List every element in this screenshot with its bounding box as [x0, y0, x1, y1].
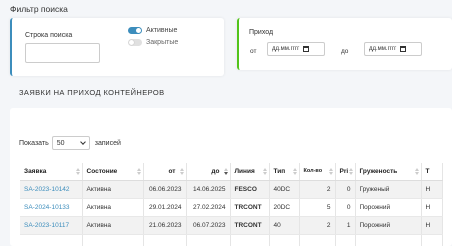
chevron-down-icon	[79, 139, 86, 145]
requests-table: Заявка Состоние от до Линия Тип Кол-во P…	[20, 163, 443, 246]
filter-title: Фильтр поиска	[10, 4, 68, 14]
date-to-label: до	[341, 48, 349, 55]
col-header-loading[interactable]: Груженость	[355, 163, 422, 181]
sort-icon	[179, 168, 184, 175]
page-length-value: 50	[56, 139, 65, 147]
page-length-select[interactable]: 50	[51, 136, 90, 150]
sort-desc-icon	[223, 168, 228, 175]
toggle-closed-label: Закрытые	[146, 39, 179, 46]
toggle-closed-switch[interactable]	[128, 39, 142, 46]
table-row[interactable]: SA-2023-10117 Активна 21.06.2023 06.07.2…	[20, 216, 443, 235]
cell-from: 06.06.2023	[143, 180, 187, 199]
cell-to: 14.06.2025	[186, 180, 231, 199]
date-to-input[interactable]: дд.мм.гггг	[364, 42, 422, 56]
date-from-label: от	[250, 48, 257, 55]
col-header-qty[interactable]: Кол-во	[299, 163, 336, 181]
cell-type: 20DC	[269, 198, 300, 217]
sort-icon	[414, 168, 419, 175]
arrival-filter-card: Приход от дд.мм.гггг до дд.мм.гггг	[237, 18, 452, 70]
col-header-line[interactable]: Линия	[230, 163, 270, 181]
cell-type: 40DC	[269, 180, 300, 199]
date-to-placeholder: дд.мм.гггг	[369, 46, 397, 52]
col-header-type[interactable]: Тип	[269, 163, 300, 181]
cell-qty: 5	[299, 198, 336, 217]
cell-from: 21.06.2023	[143, 216, 187, 235]
cell-pri: 1	[335, 216, 356, 235]
toggle-active-label: Активные	[146, 27, 178, 34]
page-length-suffix: записей	[94, 139, 121, 147]
request-link[interactable]: SA-2023-10117	[20, 216, 83, 235]
cell-loading: Порожний	[355, 216, 422, 235]
cell-loading: Груженый	[355, 180, 422, 199]
sort-icon	[262, 168, 267, 175]
search-input[interactable]	[25, 43, 100, 63]
request-link[interactable]: SA-2023-10142	[20, 180, 83, 199]
cell-line: TRCONT	[230, 198, 270, 217]
cell-state: Активна	[82, 180, 144, 199]
cell-pri: 0	[335, 180, 356, 199]
col-header-from[interactable]: от	[143, 163, 187, 181]
cell-line: TRCONT	[230, 216, 270, 235]
request-link[interactable]: SA-2024-10133	[20, 198, 83, 217]
sort-icon	[75, 168, 80, 175]
date-from-placeholder: дд.мм.гггг	[272, 46, 300, 52]
cell-state: Активна	[82, 198, 144, 217]
toggle-closed[interactable]: Закрытые	[128, 39, 178, 46]
cell-pri: 0	[335, 198, 356, 217]
section-title: ЗАЯВКИ НА ПРИХОД КОНТЕЙНЕРОВ	[19, 88, 165, 97]
sort-icon	[348, 168, 353, 175]
sort-icon	[328, 168, 333, 175]
cell-to: 06.07.2023	[186, 216, 231, 235]
cell-extra: Н	[421, 180, 443, 199]
table-row	[20, 234, 443, 246]
sort-icon	[292, 168, 297, 175]
col-header-state[interactable]: Состоние	[82, 163, 144, 181]
cell-to: 27.02.2024	[186, 198, 231, 217]
requests-card: Показать 50 записей Заявка Состоние от д…	[10, 108, 452, 246]
cell-state: Активна	[82, 216, 144, 235]
date-from-input[interactable]: дд.мм.гггг	[267, 42, 325, 56]
calendar-icon[interactable]	[303, 46, 310, 52]
page-length-control: Показать 50 записей	[19, 136, 121, 150]
col-header-extra[interactable]: Т	[421, 163, 443, 181]
cell-extra: Н	[421, 216, 443, 235]
cell-loading: Порожний	[355, 198, 422, 217]
search-label: Строка поиска	[25, 32, 73, 39]
page-length-prefix: Показать	[19, 139, 49, 147]
cell-type: 40	[269, 216, 300, 235]
cell-qty: 2	[299, 180, 336, 199]
col-header-pri[interactable]: Pri	[335, 163, 356, 181]
toggle-active[interactable]: Активные	[128, 27, 177, 34]
cell-qty: 2	[299, 216, 336, 235]
table-row[interactable]: SA-2023-10142 Активна 06.06.2023 14.06.2…	[20, 180, 443, 199]
table-row[interactable]: SA-2024-10133 Активна 29.01.2024 27.02.2…	[20, 198, 443, 217]
cell-from: 29.01.2024	[143, 198, 187, 217]
search-filter-card: Строка поиска Активные Закрытые	[10, 18, 224, 76]
toggle-active-switch[interactable]	[128, 27, 142, 34]
col-header-to[interactable]: до	[186, 163, 231, 181]
col-header-request[interactable]: Заявка	[20, 163, 83, 181]
arrival-label: Приход	[249, 29, 274, 36]
calendar-icon[interactable]	[400, 46, 407, 52]
cell-extra: Н	[421, 198, 443, 217]
sort-icon	[136, 168, 141, 175]
table-header-row: Заявка Состоние от до Линия Тип Кол-во P…	[20, 163, 443, 181]
cell-line: FESCO	[230, 180, 270, 199]
